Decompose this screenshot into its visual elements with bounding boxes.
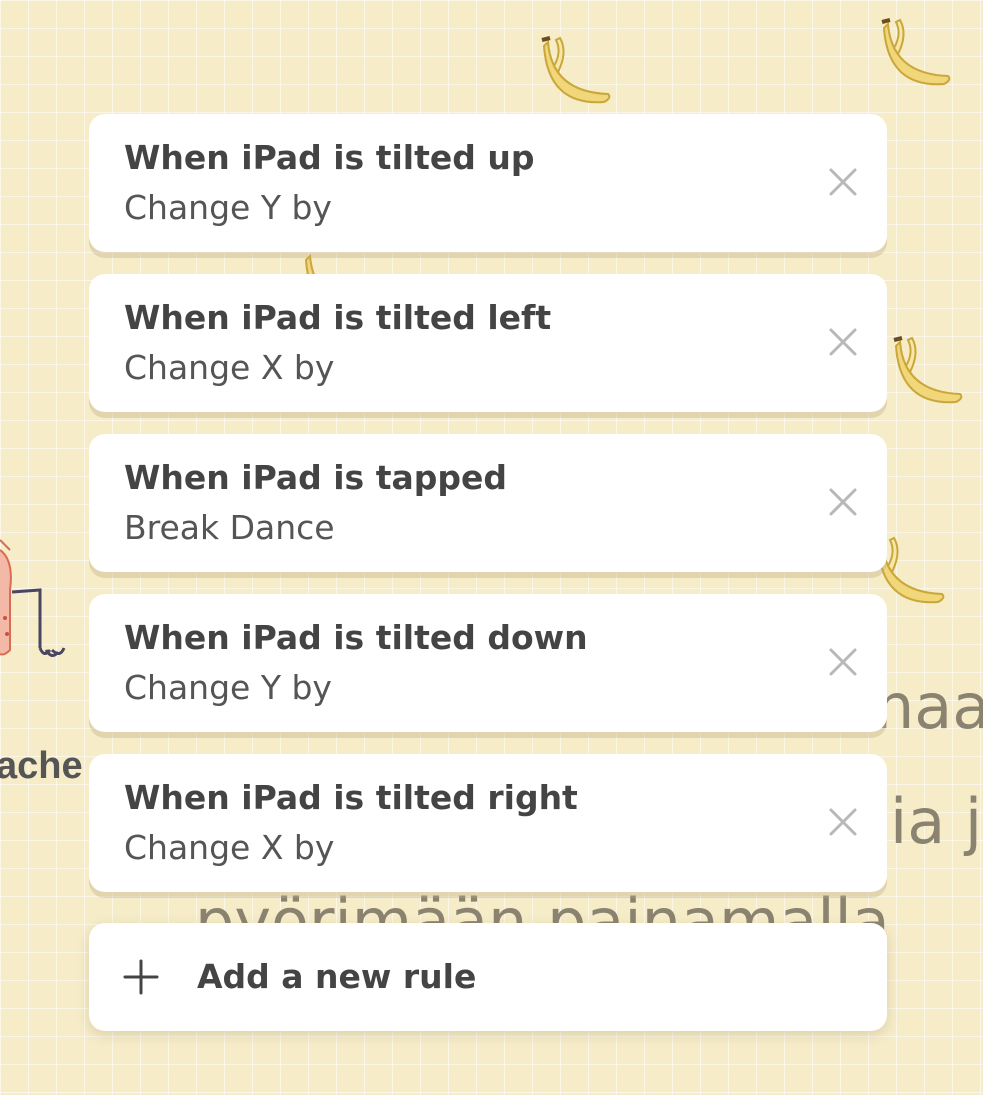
character-sketch	[0, 539, 66, 657]
rule-action: Break Dance	[124, 508, 335, 547]
plus-icon	[123, 959, 159, 995]
banana-icon	[881, 18, 951, 86]
rule-card-tilted-right[interactable]: When iPad is tilted right Change X by	[89, 754, 887, 892]
background-text-line-1: naa	[875, 670, 983, 743]
rule-trigger: When iPad is tapped	[124, 458, 507, 497]
banana-icon	[541, 36, 611, 104]
rule-card-tilted-down[interactable]: When iPad is tilted down Change Y by	[89, 594, 887, 732]
add-rule-label: Add a new rule	[197, 957, 477, 996]
character-name-label: ache	[0, 745, 83, 787]
rule-action: Change X by	[124, 348, 335, 387]
rule-trigger: When iPad is tilted down	[124, 618, 588, 657]
banana-icon	[893, 336, 963, 404]
close-icon[interactable]	[825, 324, 861, 360]
rule-action: Change Y by	[124, 668, 332, 707]
close-icon[interactable]	[825, 164, 861, 200]
rule-trigger: When iPad is tilted left	[124, 298, 552, 337]
rule-trigger: When iPad is tilted right	[124, 778, 578, 817]
rule-action: Change X by	[124, 828, 335, 867]
rule-trigger: When iPad is tilted up	[124, 138, 535, 177]
rule-card-tapped[interactable]: When iPad is tapped Break Dance	[89, 434, 887, 572]
rule-card-tilted-left[interactable]: When iPad is tilted left Change X by	[89, 274, 887, 412]
rule-card-tilted-up[interactable]: When iPad is tilted up Change Y by	[89, 114, 887, 252]
background-text-line-2: ia j	[890, 785, 983, 858]
close-icon[interactable]	[825, 804, 861, 840]
add-rule-button[interactable]: Add a new rule	[89, 923, 887, 1031]
rule-action: Change Y by	[124, 188, 332, 227]
close-icon[interactable]	[825, 644, 861, 680]
close-icon[interactable]	[825, 484, 861, 520]
